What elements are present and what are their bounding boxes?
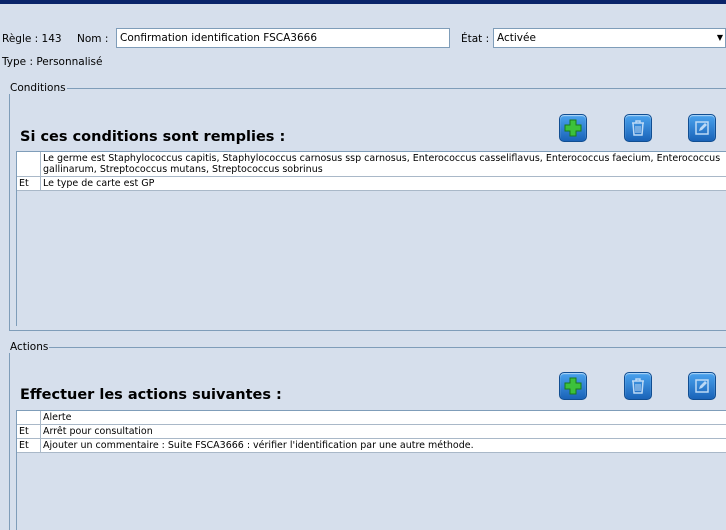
add-condition-button[interactable] [559, 114, 587, 142]
chevron-down-icon[interactable]: ▼ [715, 29, 725, 47]
rule-number-label: Règle : 143 [2, 33, 62, 45]
rule-name-input[interactable]: Confirmation identification FSCA3666 [116, 28, 450, 48]
state-label: État : [461, 33, 490, 45]
table-row[interactable]: Le germe est Staphylococcus capitis, Sta… [17, 152, 726, 177]
row-operator [17, 411, 41, 424]
table-row[interactable]: Et Ajouter un commentaire : Suite FSCA36… [17, 439, 726, 453]
trash-icon [632, 378, 644, 394]
table-row[interactable]: Et Arrêt pour consultation [17, 425, 726, 439]
row-text: Le type de carte est GP [43, 178, 155, 189]
conditions-table[interactable]: Le germe est Staphylococcus capitis, Sta… [16, 151, 726, 327]
delete-action-button[interactable] [624, 372, 652, 400]
row-text: Arrêt pour consultation [43, 426, 153, 437]
type-label: Type : Personnalisé [2, 56, 103, 68]
actions-title: Effectuer les actions suivantes : [20, 387, 282, 403]
table-empty-area [17, 453, 726, 530]
row-text: Ajouter un commentaire : Suite FSCA3666 … [43, 440, 474, 451]
edit-condition-button[interactable] [688, 114, 716, 142]
row-operator: Et [17, 177, 41, 190]
add-icon [564, 377, 582, 395]
conditions-title: Si ces conditions sont remplies : [20, 129, 286, 145]
table-row[interactable]: Et Le type de carte est GP [17, 177, 726, 191]
state-select-value: Activée [497, 32, 536, 44]
delete-condition-button[interactable] [624, 114, 652, 142]
window-top-area [0, 4, 726, 14]
trash-icon [632, 120, 644, 136]
actions-legend: Actions [10, 341, 49, 353]
conditions-legend: Conditions [10, 82, 66, 94]
add-action-button[interactable] [559, 372, 587, 400]
row-operator [17, 152, 41, 176]
edit-action-button[interactable] [688, 372, 716, 400]
state-select[interactable]: Activée ▼ [493, 28, 726, 48]
edit-icon [695, 121, 709, 135]
table-row[interactable]: Alerte [17, 411, 726, 425]
row-text: Le germe est Staphylococcus capitis, Sta… [43, 153, 721, 175]
add-icon [564, 119, 582, 137]
actions-table[interactable]: Alerte Et Arrêt pour consultation Et Ajo… [16, 410, 726, 530]
row-operator: Et [17, 425, 41, 438]
row-text: Alerte [43, 412, 72, 423]
edit-icon [695, 379, 709, 393]
table-empty-area [17, 191, 726, 327]
row-operator: Et [17, 439, 41, 452]
name-label: Nom : [77, 33, 109, 45]
